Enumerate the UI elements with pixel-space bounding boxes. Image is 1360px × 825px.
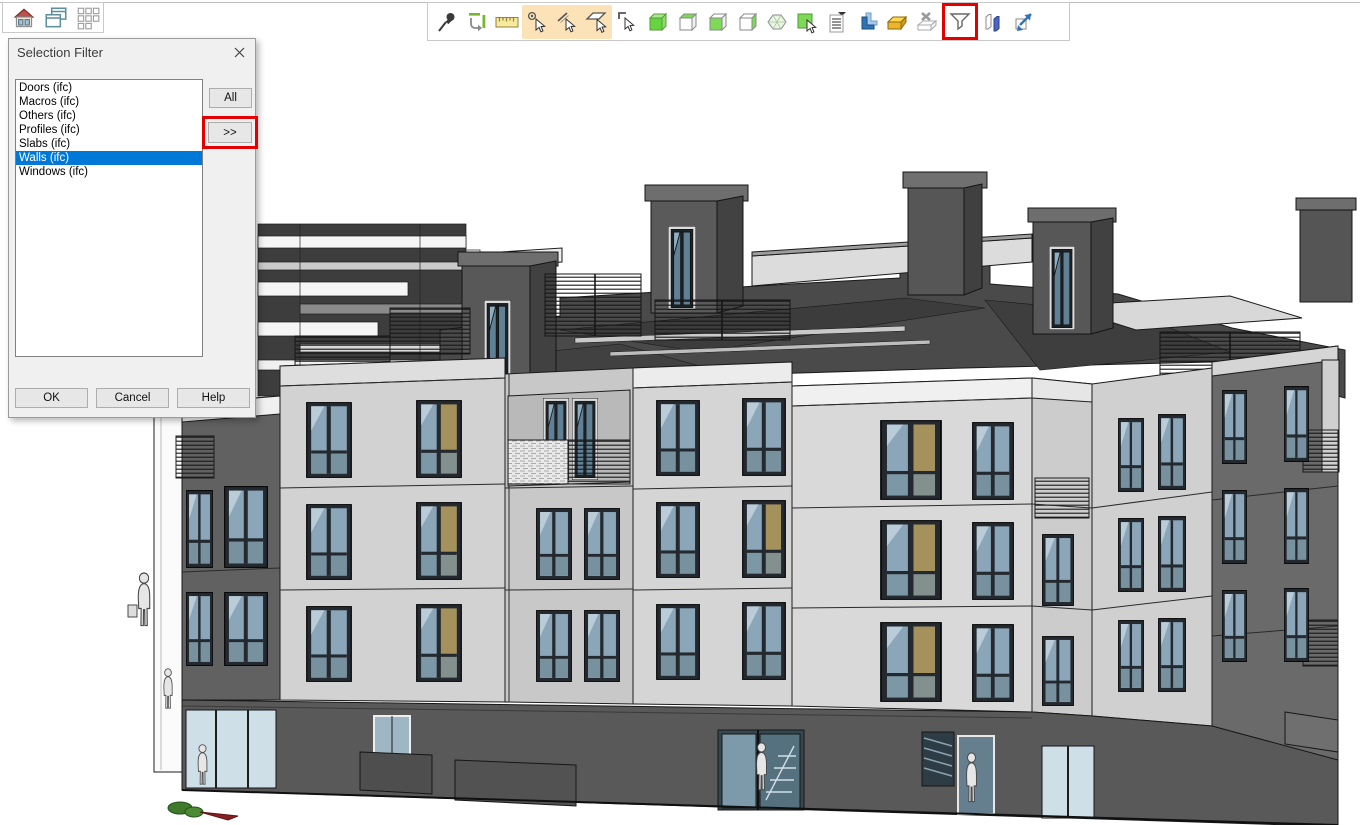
ok-button[interactable]: OK [15,388,88,408]
pin-icon[interactable] [432,6,462,38]
list-item[interactable]: Doors (ifc) [16,81,202,95]
shrub [168,802,238,820]
list-item[interactable]: Macros (ifc) [16,95,202,109]
person-figure [138,573,149,626]
list-item[interactable]: Others (ifc) [16,109,202,123]
select-solid-icon[interactable] [762,6,792,38]
select-side-face-icon[interactable] [732,6,762,38]
snap-plane-icon[interactable] [582,6,612,38]
snap-toggle-group [522,5,612,39]
more-button-annotation: >> [202,116,258,149]
close-icon[interactable] [229,43,249,61]
cascade-windows-icon[interactable] [43,5,69,31]
select-top-face-icon[interactable] [672,6,702,38]
selection-filter-annotation [942,3,978,40]
slab-objects-icon[interactable] [882,6,912,38]
select-all-icon[interactable] [642,6,672,38]
fit-work-area-icon[interactable] [462,6,492,38]
all-button[interactable]: All [209,88,252,108]
penthouse-tower [645,185,748,313]
snap-point-icon[interactable] [522,6,552,38]
list-item[interactable]: Profiles (ifc) [16,123,202,137]
main-toolbar [427,2,1070,41]
profile-objects-icon[interactable] [852,6,882,38]
cancel-button[interactable]: Cancel [96,388,169,408]
measure-icon[interactable] [492,6,522,38]
delete-slab-icon[interactable] [912,6,942,38]
export-model-icon[interactable] [1008,6,1038,38]
penthouse-tower [1028,208,1116,334]
help-button[interactable]: Help [177,388,250,408]
penthouse-tower [1296,198,1356,302]
quick-access-toolbar [2,2,104,33]
selection-filter-dialog: Selection Filter Doors (ifc) Macros (ifc… [8,38,256,418]
more-button[interactable]: >> [208,122,252,143]
penthouse-tower [903,172,987,295]
window-grid-icon[interactable] [75,5,101,31]
list-item[interactable]: Slabs (ifc) [16,137,202,151]
panel-objects-icon[interactable] [978,6,1008,38]
report-icon[interactable] [822,6,852,38]
home-icon[interactable] [11,5,37,31]
list-item[interactable]: Windows (ifc) [16,165,202,179]
snap-line-icon[interactable] [552,6,582,38]
dialog-title: Selection Filter [9,39,255,65]
list-item-selected[interactable]: Walls (ifc) [16,151,202,165]
snap-edge-icon[interactable] [612,6,642,38]
select-front-face-icon[interactable] [702,6,732,38]
select-component-icon[interactable] [792,6,822,38]
selection-filter-icon[interactable] [948,6,972,38]
filter-category-list[interactable]: Doors (ifc) Macros (ifc) Others (ifc) Pr… [15,79,203,357]
